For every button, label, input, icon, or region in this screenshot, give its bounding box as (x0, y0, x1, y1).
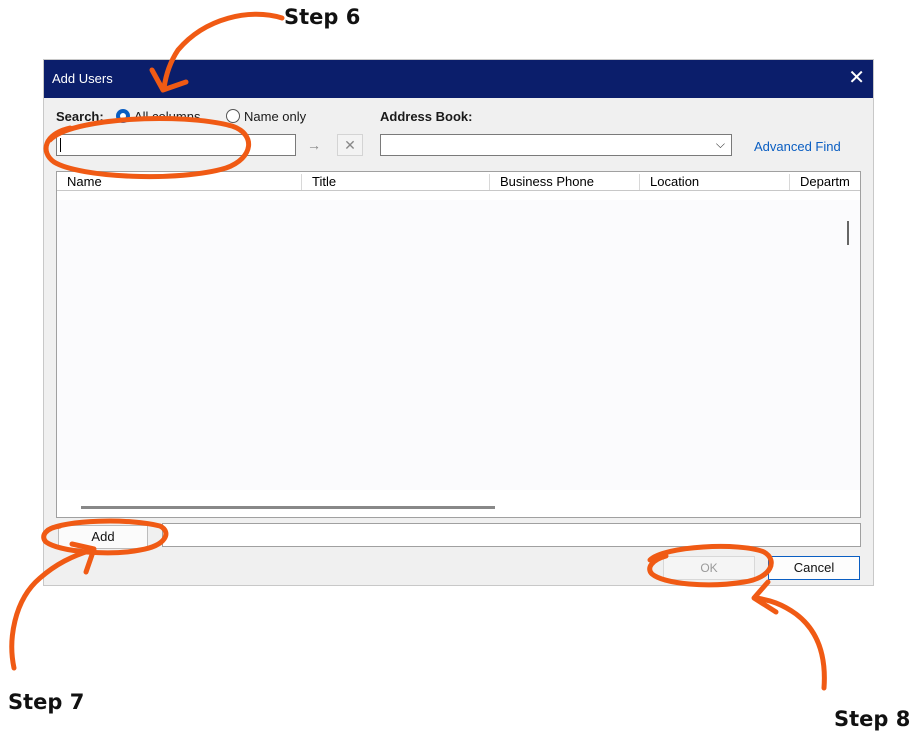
step8-arrow (753, 595, 827, 691)
ok-highlight-circle (647, 544, 774, 588)
search-highlight-circle (43, 115, 252, 180)
step6-label: Step 6 (284, 5, 361, 29)
step8-arrowhead (751, 579, 779, 615)
step7-label: Step 7 (8, 690, 85, 714)
step8-label: Step 8 (834, 707, 911, 731)
add-highlight-circle (41, 518, 169, 556)
step6-arrow (161, 11, 285, 91)
step7-arrow (9, 547, 95, 671)
tutorial-annotations (9, 11, 827, 691)
